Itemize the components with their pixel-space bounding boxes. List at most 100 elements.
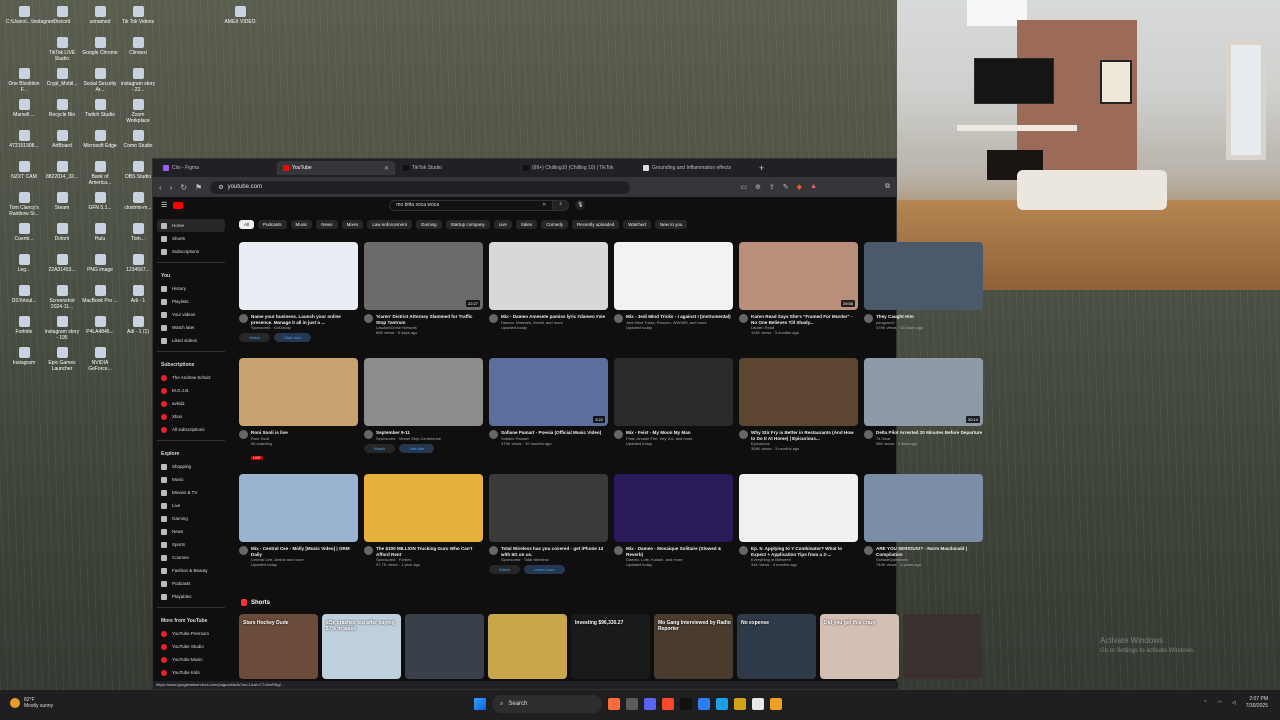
- video-title[interactable]: Total Wireless has you covered - get iPh…: [501, 546, 608, 557]
- video-channel[interactable]: Sponsored · Total Wireless: [501, 557, 608, 562]
- cast-icon[interactable]: ▭: [740, 183, 747, 191]
- voice-search-icon[interactable]: 🎙: [575, 200, 586, 210]
- desktop-icon[interactable]: ArtBoard: [44, 130, 80, 149]
- video-title[interactable]: Mix - Dameo - Mosaique Solitaire (Slowed…: [626, 546, 733, 557]
- desktop-icon[interactable]: Marxell ...: [6, 99, 42, 118]
- channel-avatar[interactable]: [614, 314, 623, 323]
- desktop-icon[interactable]: Discord: [44, 6, 80, 25]
- taskbar-app-icon[interactable]: [644, 698, 656, 710]
- video-card[interactable]: ARE YOU SERIOUS!? - Norm Macdonald | Com…: [864, 474, 983, 567]
- site-info-icon[interactable]: ⚙: [218, 184, 223, 191]
- desktop-icon[interactable]: P4LA4846...: [82, 316, 118, 335]
- browser-tab[interactable]: YouTube ✕: [277, 161, 395, 175]
- sidebar-item[interactable]: Playlists: [157, 295, 225, 308]
- filter-chip[interactable]: Music: [290, 220, 313, 229]
- short-card[interactable]: Investing $96,330.27: [571, 614, 650, 679]
- ad-watch-button[interactable]: Watch: [489, 565, 521, 574]
- windows-start-icon[interactable]: [474, 698, 486, 710]
- close-tab-icon[interactable]: ✕: [384, 165, 389, 172]
- sidebar-item[interactable]: YouTube Premium: [157, 627, 225, 640]
- brave-shield-icon[interactable]: ◆: [797, 183, 802, 191]
- desktop-icon[interactable]: Steam: [44, 192, 80, 211]
- sidebar-item[interactable]: Sports: [157, 538, 225, 551]
- sidebar-item[interactable]: Courses: [157, 551, 225, 564]
- taskbar-app-icon[interactable]: [698, 698, 710, 710]
- video-card[interactable]: Name your business. Launch your online p…: [239, 242, 358, 342]
- video-title[interactable]: The $100 MILLION Trucking Guru Who Can't…: [376, 546, 483, 557]
- desktop-icon[interactable]: Cuentr...: [6, 223, 42, 242]
- sidebar-item[interactable]: Watch later: [157, 321, 225, 334]
- browser-tab[interactable]: Grounding and Inflammation effects: [637, 161, 755, 175]
- desktop-icon[interactable]: Clinnexi: [120, 37, 156, 56]
- bookmark-icon[interactable]: ⚑: [195, 183, 202, 192]
- youtube-logo[interactable]: [173, 201, 184, 209]
- clock[interactable]: 2:07 PM 7/30/2025: [1246, 696, 1268, 710]
- taskbar-app-icon[interactable]: [752, 698, 764, 710]
- desktop-icon[interactable]: Instagram: [6, 347, 42, 366]
- desktop-icon[interactable]: Recycle Bin: [44, 99, 80, 118]
- filter-chip[interactable]: Live: [493, 220, 512, 229]
- short-card[interactable]: xQc crashes out after paying $7% in taxe…: [322, 614, 401, 679]
- video-thumbnail[interactable]: [489, 242, 608, 310]
- browser-tab[interactable]: (99+) Chilling10 (Chilling 10) | TikTok: [517, 161, 635, 175]
- tray-chevron-icon[interactable]: ⌃: [1203, 700, 1207, 706]
- desktop-icon[interactable]: Screenshot 2024-11...: [44, 285, 80, 310]
- video-title[interactable]: Mix - Feist - My Moon My Man: [626, 430, 692, 436]
- desktop-icon[interactable]: Como Studio: [120, 130, 156, 149]
- video-card[interactable]: 29:56 Karen Read Says She's "Framed For M…: [739, 242, 858, 335]
- filter-chip[interactable]: Gaming: [415, 220, 442, 229]
- video-channel[interactable]: Sponsored · Vercel Ship Conference: [376, 436, 441, 441]
- video-card[interactable]: Total Wireless has you covered - get iPh…: [489, 474, 608, 574]
- channel-avatar[interactable]: [739, 314, 748, 323]
- channel-avatar[interactable]: [489, 430, 498, 439]
- video-thumbnail[interactable]: [239, 474, 358, 542]
- video-card[interactable]: 22:27 'Karen' District Attorney Slammed f…: [364, 242, 483, 335]
- ad-cta-button[interactable]: Learn more: [524, 565, 565, 574]
- search-box[interactable]: mo bitta soca woca ✕ ⌕: [389, 199, 570, 211]
- channel-avatar[interactable]: [614, 546, 623, 555]
- taskbar-app-icon[interactable]: [626, 698, 638, 710]
- channel-avatar[interactable]: [614, 430, 623, 439]
- filter-chip[interactable]: Watched: [623, 220, 651, 229]
- filter-chip[interactable]: News: [316, 220, 338, 229]
- video-thumbnail[interactable]: [614, 358, 733, 426]
- channel-avatar[interactable]: [239, 546, 248, 555]
- taskbar-app-icon[interactable]: [734, 698, 746, 710]
- menu-icon[interactable]: ☰: [161, 201, 167, 209]
- desktop-icon[interactable]: Crypt_Mobil...: [44, 68, 80, 87]
- video-title[interactable]: Mix - Dameo Amesete pamiss lyric #dameo …: [501, 314, 605, 320]
- desktop-icon[interactable]: Tom...: [120, 223, 156, 242]
- extensions-icon[interactable]: ⧉: [885, 183, 890, 191]
- search-input[interactable]: mo bitta soca woca: [396, 202, 439, 208]
- filter-chip[interactable]: Comedy: [541, 220, 568, 229]
- video-card[interactable]: September 9-11 Sponsored · Vercel Ship Co…: [364, 358, 483, 453]
- forward-icon[interactable]: ›: [170, 183, 173, 192]
- video-title[interactable]: Name your business. Launch your online p…: [251, 314, 358, 325]
- sidebar-item[interactable]: Music: [157, 473, 225, 486]
- video-title[interactable]: ARE YOU SERIOUS!? - Norm Macdonald | Com…: [876, 546, 983, 557]
- desktop-icon[interactable]: 8822014_32...: [44, 161, 80, 180]
- video-thumbnail[interactable]: [614, 242, 733, 310]
- channel-avatar[interactable]: [489, 314, 498, 323]
- taskbar-app-icon[interactable]: [608, 698, 620, 710]
- channel-avatar[interactable]: [864, 314, 873, 323]
- sidebar-item[interactable]: Movies & TV: [157, 486, 225, 499]
- sidebar-item[interactable]: M.O.J.B.: [157, 384, 225, 397]
- sidebar-item[interactable]: The Andrew Schulz: [157, 371, 225, 384]
- desktop-icon[interactable]: 472151908...: [6, 130, 42, 149]
- search-icon[interactable]: ⌕: [552, 200, 569, 210]
- desktop-icon[interactable]: Adi - 1 (1): [120, 316, 156, 335]
- video-thumbnail[interactable]: [739, 358, 858, 426]
- sidebar-item[interactable]: Subscriptions: [157, 245, 225, 258]
- sidebar-item[interactable]: Playables: [157, 590, 225, 603]
- short-card[interactable]: [488, 614, 567, 679]
- desktop-icon[interactable]: MacBook Pro ...: [82, 285, 118, 304]
- sidebar-item[interactable]: Your videos: [157, 308, 225, 321]
- video-card[interactable]: Roni Sooli is live Roni Sooli 56 watching L…: [239, 358, 358, 464]
- desktop-icon[interactable]: Fortnite: [6, 316, 42, 335]
- desktop-icon[interactable]: Social Security Ar...: [82, 68, 118, 93]
- sidebar-item[interactable]: avkidz: [157, 397, 225, 410]
- desktop-icon[interactable]: PNG image: [82, 254, 118, 273]
- desktop-icon[interactable]: clostrini-m...: [120, 192, 156, 211]
- desktop-icon[interactable]: Tik Tok Videos: [120, 6, 156, 25]
